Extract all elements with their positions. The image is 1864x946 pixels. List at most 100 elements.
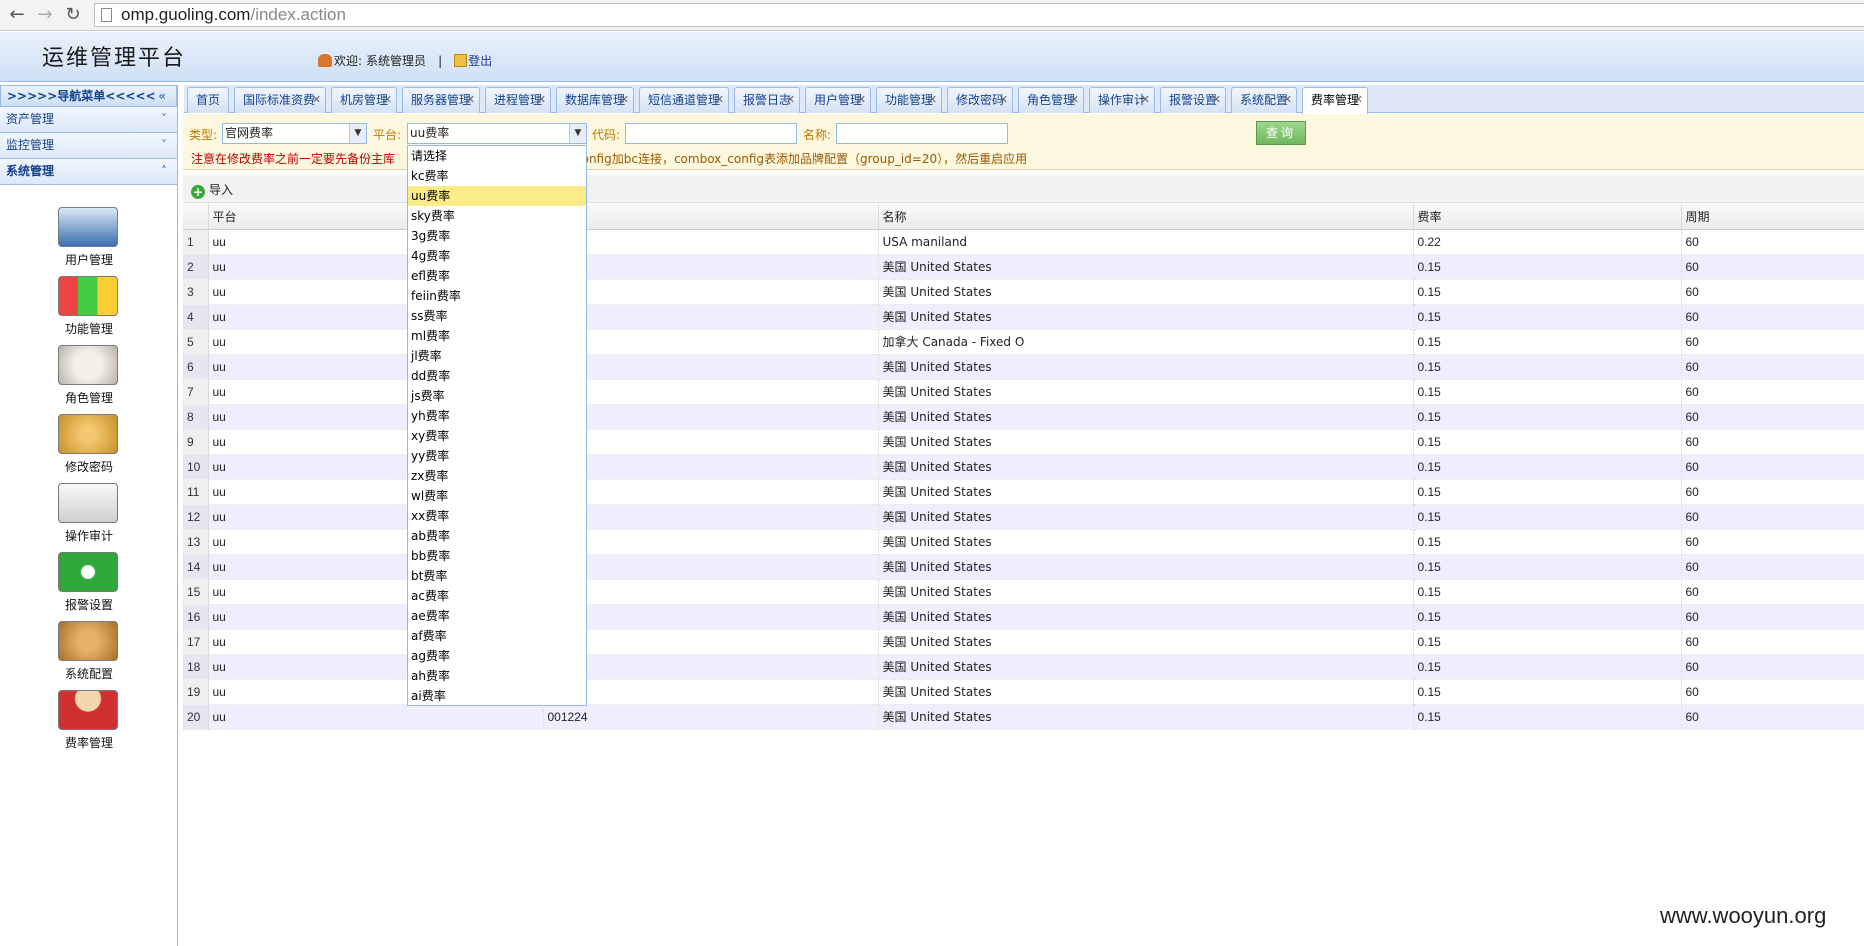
header-name[interactable]: 名称	[878, 204, 1414, 230]
dropdown-option[interactable]: wl费率	[408, 486, 586, 506]
cell-period: 60	[1681, 654, 1864, 680]
platform-dropdown-list[interactable]: 请选择 kc费率 uu费率 sky费率 3g费率 4g费率 efl费率 feiin费率 ss费率…	[407, 145, 587, 706]
table-row[interactable]: 20 uu 001224 美国 United States 0.15 60	[183, 704, 1864, 730]
tab-sms-channels[interactable]: 短信通道管理 ✕	[639, 87, 729, 113]
reload-icon[interactable]: ↻	[62, 4, 84, 26]
tab-users[interactable]: 用户管理 ✕	[805, 87, 871, 113]
sidebar-item-role-management[interactable]: 角色管理	[0, 345, 178, 414]
close-tab-icon[interactable]: ✕	[1070, 88, 1079, 112]
tab-roles[interactable]: 角色管理 ✕	[1018, 87, 1084, 113]
dropdown-option[interactable]: zx费率	[408, 466, 586, 486]
close-tab-icon[interactable]: ✕	[620, 88, 629, 112]
tab-audit[interactable]: 操作审计 ✕	[1089, 87, 1155, 113]
tab-functions[interactable]: 功能管理 ✕	[876, 87, 942, 113]
close-tab-icon[interactable]: ✕	[1212, 88, 1221, 112]
dropdown-option[interactable]: feiin费率	[408, 286, 586, 306]
dropdown-option[interactable]: ai费率	[408, 686, 586, 705]
dropdown-option[interactable]: efl费率	[408, 266, 586, 286]
row-number: 6	[183, 354, 209, 380]
name-input[interactable]	[836, 123, 1008, 144]
cell-name: 美国 United States	[878, 504, 1414, 530]
dropdown-option[interactable]: js费率	[408, 386, 586, 406]
close-tab-icon[interactable]: ✕	[715, 88, 724, 112]
sidebar-item-change-password[interactable]: 修改密码	[0, 414, 178, 483]
dropdown-option[interactable]: af费率	[408, 626, 586, 646]
address-bar[interactable]: omp.guoling.com/index.action	[94, 3, 1864, 27]
back-arrow-icon[interactable]: ←	[6, 4, 28, 26]
dropdown-option[interactable]: kc费率	[408, 166, 586, 186]
section-label: 资产管理	[6, 112, 55, 126]
cell-name: 美国 United States	[878, 579, 1414, 605]
sidebar-item-rate-management[interactable]: 费率管理	[0, 690, 178, 759]
dropdown-option[interactable]: bb费率	[408, 546, 586, 566]
tab-system-config[interactable]: 系统配置 ✕	[1231, 87, 1297, 113]
sidebar-section-system[interactable]: 系统管理 ˄	[0, 159, 177, 185]
close-tab-icon[interactable]: ✕	[466, 88, 475, 112]
dropdown-option[interactable]: jl费率	[408, 346, 586, 366]
dropdown-option[interactable]: xx费率	[408, 506, 586, 526]
dropdown-option[interactable]: ah费率	[408, 666, 586, 686]
logout-link[interactable]: 登出	[454, 54, 492, 68]
tab-databases[interactable]: 数据库管理 ✕	[556, 87, 634, 113]
close-tab-icon[interactable]: ✕	[383, 88, 392, 112]
sidebar-item-alert-settings[interactable]: 报警设置	[0, 552, 178, 621]
tab-alert-settings[interactable]: 报警设置 ✕	[1160, 87, 1226, 113]
dropdown-option[interactable]: ag费率	[408, 646, 586, 666]
header-rate[interactable]: 费率	[1413, 204, 1682, 230]
close-tab-icon[interactable]: ✕	[999, 88, 1008, 112]
tab-datacenter[interactable]: 机房管理 ✕	[331, 87, 397, 113]
tab-processes[interactable]: 进程管理 ✕	[485, 87, 551, 113]
close-tab-icon[interactable]: ✕	[1283, 88, 1292, 112]
close-tab-icon[interactable]: ✕	[537, 88, 546, 112]
sidebar-item-user-management[interactable]: 用户管理	[0, 207, 178, 276]
dropdown-option[interactable]: 请选择	[408, 146, 586, 166]
dropdown-option[interactable]: 4g费率	[408, 246, 586, 266]
tab-home[interactable]: 首页	[187, 87, 229, 113]
chevron-down-icon: ˅	[161, 112, 167, 126]
close-tab-icon[interactable]: ✕	[786, 88, 795, 112]
close-tab-icon[interactable]: ✕	[928, 88, 937, 112]
dropdown-option[interactable]: 3g费率	[408, 226, 586, 246]
tab-intl-rates[interactable]: 国际标准资费 ✕	[234, 87, 326, 113]
close-tab-icon[interactable]: ✕	[857, 88, 866, 112]
dropdown-option[interactable]: ae费率	[408, 606, 586, 626]
dropdown-option[interactable]: sky费率	[408, 206, 586, 226]
close-tab-icon[interactable]: ✕	[1354, 88, 1363, 112]
sidebar-item-function-management[interactable]: 功能管理	[0, 276, 178, 345]
dropdown-option[interactable]: yy费率	[408, 446, 586, 466]
dropdown-option[interactable]: dd费率	[408, 366, 586, 386]
close-tab-icon[interactable]: ✕	[1141, 88, 1150, 112]
sidebar-header: >>>>>导航菜单<<<<< «	[0, 85, 177, 107]
row-number: 14	[183, 554, 209, 580]
sidebar-item-label: 用户管理	[64, 253, 113, 267]
sidebar-item-system-config[interactable]: 系统配置	[0, 621, 178, 690]
code-input[interactable]	[625, 123, 797, 144]
dropdown-option[interactable]: ml费率	[408, 326, 586, 346]
dropdown-option[interactable]: uu费率	[408, 186, 586, 206]
sidebar-item-audit[interactable]: 操作审计	[0, 483, 178, 552]
sidebar-icon-list: 用户管理 功能管理 角色管理 修改密码 操作审计 报警设置 系统配置 费率管理	[0, 185, 177, 759]
dropdown-option[interactable]: ss费率	[408, 306, 586, 326]
query-button[interactable]: 查询	[1256, 121, 1306, 145]
system-config-icon	[58, 621, 118, 661]
import-button[interactable]: + 导入	[191, 181, 233, 199]
tab-servers[interactable]: 服务器管理 ✕	[402, 87, 480, 113]
sidebar-section-monitor[interactable]: 监控管理 ˅	[0, 133, 177, 159]
dropdown-option[interactable]: ac费率	[408, 586, 586, 606]
dropdown-option[interactable]: bt费率	[408, 566, 586, 586]
platform-select[interactable]: uu费率 ▼	[407, 123, 587, 144]
tab-rate-management[interactable]: 费率管理 ✕	[1302, 87, 1368, 114]
dropdown-option[interactable]: yh费率	[408, 406, 586, 426]
tab-alert-logs[interactable]: 报警日志 ✕	[734, 87, 800, 113]
dropdown-option[interactable]: ab费率	[408, 526, 586, 546]
sidebar-section-assets[interactable]: 资产管理 ˅	[0, 107, 177, 133]
close-tab-icon[interactable]: ✕	[312, 88, 321, 112]
tab-change-password[interactable]: 修改密码 ✕	[947, 87, 1013, 113]
dropdown-option[interactable]: xy费率	[408, 426, 586, 446]
collapse-sidebar-icon[interactable]: «	[158, 86, 166, 106]
header-period[interactable]: 周期	[1681, 204, 1864, 230]
forward-arrow-icon[interactable]: →	[34, 4, 56, 26]
app-title: 运维管理平台	[42, 46, 187, 71]
type-select[interactable]: 官网费率 ▼	[222, 123, 367, 144]
header-code[interactable]	[543, 204, 879, 230]
